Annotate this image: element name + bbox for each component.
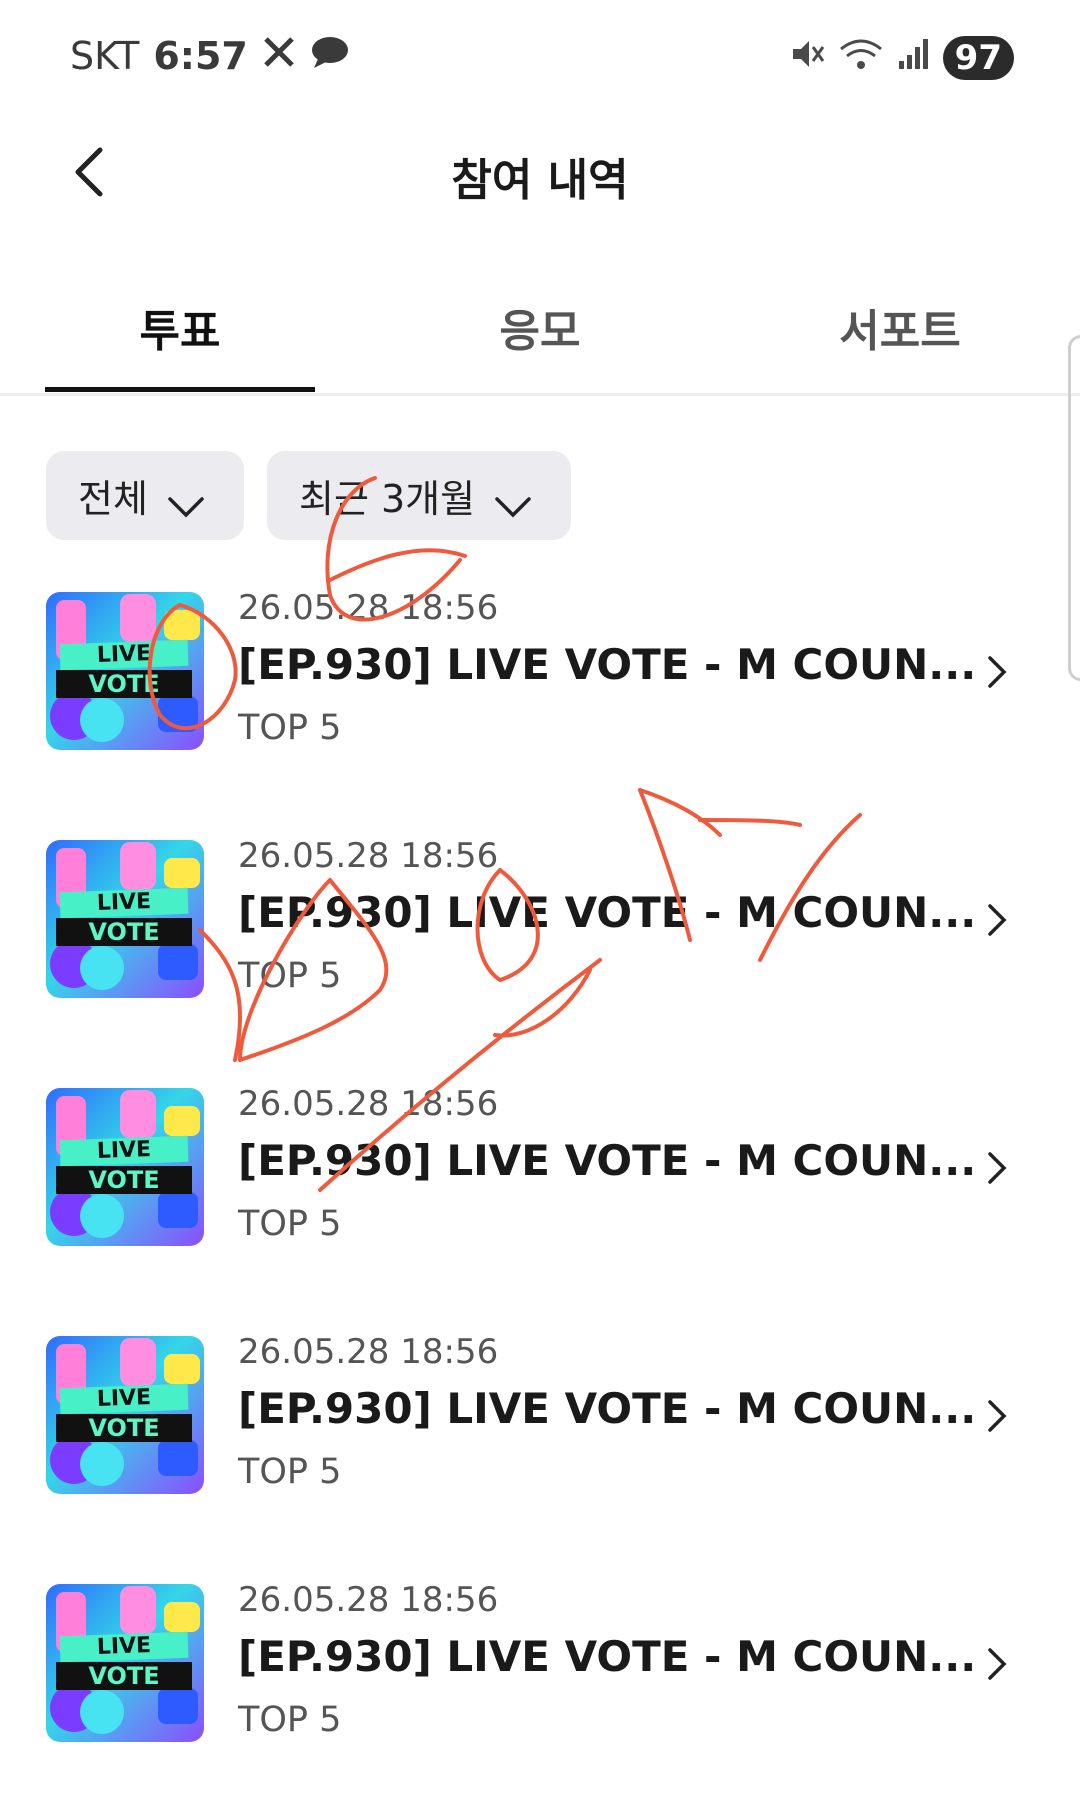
chevron-down-icon (493, 484, 533, 517)
active-tab-indicator (45, 387, 315, 392)
signal-icon (897, 37, 929, 79)
thumb-vote-text: VOTE (56, 1166, 192, 1194)
status-right: 97 (789, 36, 1014, 80)
item-title: [EP.930] LIVE VOTE - M COUN... (238, 1632, 977, 1681)
thumb-vote-text: VOTE (56, 918, 192, 946)
chevron-right-icon (982, 652, 1012, 692)
tab-vote[interactable]: 투표 (45, 295, 315, 359)
item-subtitle: TOP 5 (238, 708, 342, 748)
status-left: SKT 6:57 (70, 34, 350, 78)
item-title: [EP.930] LIVE VOTE - M COUN... (238, 1136, 977, 1185)
mute-icon (789, 37, 825, 79)
thumb-live-text: LIVE (59, 1631, 189, 1663)
thumb-vote-text: VOTE (56, 1662, 192, 1690)
item-subtitle: TOP 5 (238, 1700, 342, 1740)
item-subtitle: TOP 5 (238, 1204, 342, 1244)
list-item[interactable]: LIVE VOTE 26.05.28 18:56 [EP.930] LIVE V… (0, 1580, 1080, 1804)
chevron-right-icon (982, 1396, 1012, 1436)
live-vote-thumbnail: LIVE VOTE (46, 1088, 204, 1246)
item-date: 26.05.28 18:56 (238, 588, 499, 628)
list-item[interactable]: LIVE VOTE 26.05.28 18:56 [EP.930] LIVE V… (0, 836, 1080, 1060)
tab-entry[interactable]: 응모 (405, 295, 675, 359)
list-item[interactable]: LIVE VOTE 26.05.28 18:56 [EP.930] LIVE V… (0, 1332, 1080, 1556)
app-header: 참여 내역 (0, 120, 1080, 230)
list-item[interactable]: LIVE VOTE 26.05.28 18:56 [EP.930] LIVE V… (0, 1084, 1080, 1308)
item-date: 26.05.28 18:56 (238, 836, 499, 876)
category-filter-label: 전체 (78, 477, 148, 521)
page-title: 참여 내역 (451, 155, 629, 206)
thumb-vote-text: VOTE (56, 1414, 192, 1442)
live-vote-thumbnail: LIVE VOTE (46, 1584, 204, 1742)
period-filter-label: 최근 3개월 (299, 477, 476, 521)
chevron-right-icon (982, 900, 1012, 940)
item-date: 26.05.28 18:56 (238, 1332, 499, 1372)
thumb-live-text: LIVE (59, 1383, 189, 1415)
item-subtitle: TOP 5 (238, 1452, 342, 1492)
thumb-live-text: LIVE (59, 1135, 189, 1167)
item-date: 26.05.28 18:56 (238, 1084, 499, 1124)
period-filter[interactable]: 최근 3개월 (267, 451, 571, 540)
item-subtitle: TOP 5 (238, 956, 342, 996)
clock: 6:57 (153, 34, 248, 78)
item-title: [EP.930] LIVE VOTE - M COUN... (238, 640, 977, 689)
live-vote-thumbnail: LIVE VOTE (46, 1336, 204, 1494)
tab-bar: 투표 응모 서포트 (0, 265, 1080, 396)
status-bar: SKT 6:57 97 (0, 0, 1080, 110)
thumb-live-text: LIVE (59, 639, 189, 671)
thumb-vote-text: VOTE (56, 670, 192, 698)
carrier-label: SKT (70, 34, 140, 78)
x-logo-icon (262, 34, 296, 78)
live-vote-thumbnail: LIVE VOTE (46, 840, 204, 998)
wifi-icon (839, 37, 883, 79)
item-date: 26.05.28 18:56 (238, 1580, 499, 1620)
chevron-down-icon (166, 484, 206, 517)
item-title: [EP.930] LIVE VOTE - M COUN... (238, 1384, 977, 1433)
category-filter[interactable]: 전체 (46, 451, 244, 540)
chevron-right-icon (982, 1148, 1012, 1188)
live-vote-thumbnail: LIVE VOTE (46, 592, 204, 750)
list-item[interactable]: LIVE VOTE 26.05.28 18:56 [EP.930] LIVE V… (0, 588, 1080, 812)
battery-indicator: 97 (942, 36, 1014, 80)
item-title: [EP.930] LIVE VOTE - M COUN... (238, 888, 977, 937)
chevron-right-icon (982, 1644, 1012, 1684)
chat-bubble-icon (310, 34, 350, 78)
tab-support[interactable]: 서포트 (765, 295, 1035, 359)
thumb-live-text: LIVE (59, 887, 189, 919)
